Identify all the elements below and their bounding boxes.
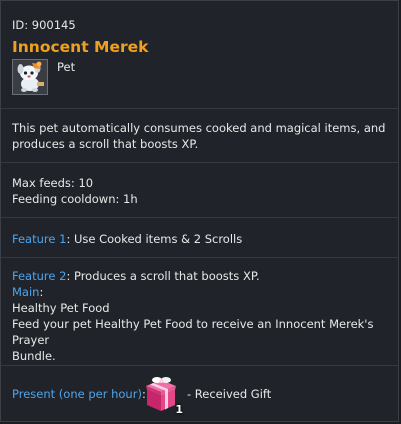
- item-name: Innocent Merek: [12, 38, 149, 56]
- feature-2-text: : Produces a scroll that boosts XP.: [66, 269, 260, 283]
- feature-1-label: Feature 1: [12, 232, 67, 246]
- divider: [1, 162, 398, 163]
- feeding-cooldown: Feeding cooldown: 1h: [12, 192, 138, 206]
- feature-2: Feature 2: Produces a scroll that boosts…: [12, 268, 388, 364]
- present: Present (one per hour):: [12, 387, 146, 401]
- divider: [1, 257, 398, 258]
- item-type: Pet: [57, 60, 76, 74]
- gift-box-icon[interactable]: 1: [141, 374, 183, 416]
- description-line: produces a scroll that boosts XP.: [12, 137, 199, 151]
- max-feeds: Max feeds: 10: [12, 176, 94, 190]
- main-label: Main: [12, 285, 40, 299]
- divider: [1, 365, 398, 366]
- item-id: ID: 900145: [12, 18, 76, 32]
- gift-count: 1: [175, 403, 183, 416]
- main-colon: :: [39, 285, 44, 299]
- feature-1: Feature 1: Use Cooked items & 2 Scrolls: [12, 231, 388, 247]
- pet-portrait-icon: [12, 59, 48, 95]
- feature-2-label: Feature 2: [12, 269, 67, 283]
- feed-description: Feed your pet Healthy Pet Food to receiv…: [12, 317, 374, 347]
- food-name: Healthy Pet Food: [12, 301, 110, 315]
- feature-1-text: : Use Cooked items & 2 Scrolls: [66, 232, 243, 246]
- present-label: Present (one per hour): [12, 387, 142, 401]
- feed-description: Bundle.: [12, 349, 56, 363]
- divider: [1, 108, 398, 109]
- stats: Max feeds: 10 Feeding cooldown: 1h: [12, 175, 388, 207]
- item-tooltip: ID: 900145 Innocent Merek Pet This pet a…: [0, 0, 399, 422]
- divider: [1, 217, 398, 218]
- description-line: This pet automatically consumes cooked a…: [12, 121, 386, 135]
- present-suffix: - Received Gift: [187, 387, 272, 401]
- description: This pet automatically consumes cooked a…: [12, 120, 388, 152]
